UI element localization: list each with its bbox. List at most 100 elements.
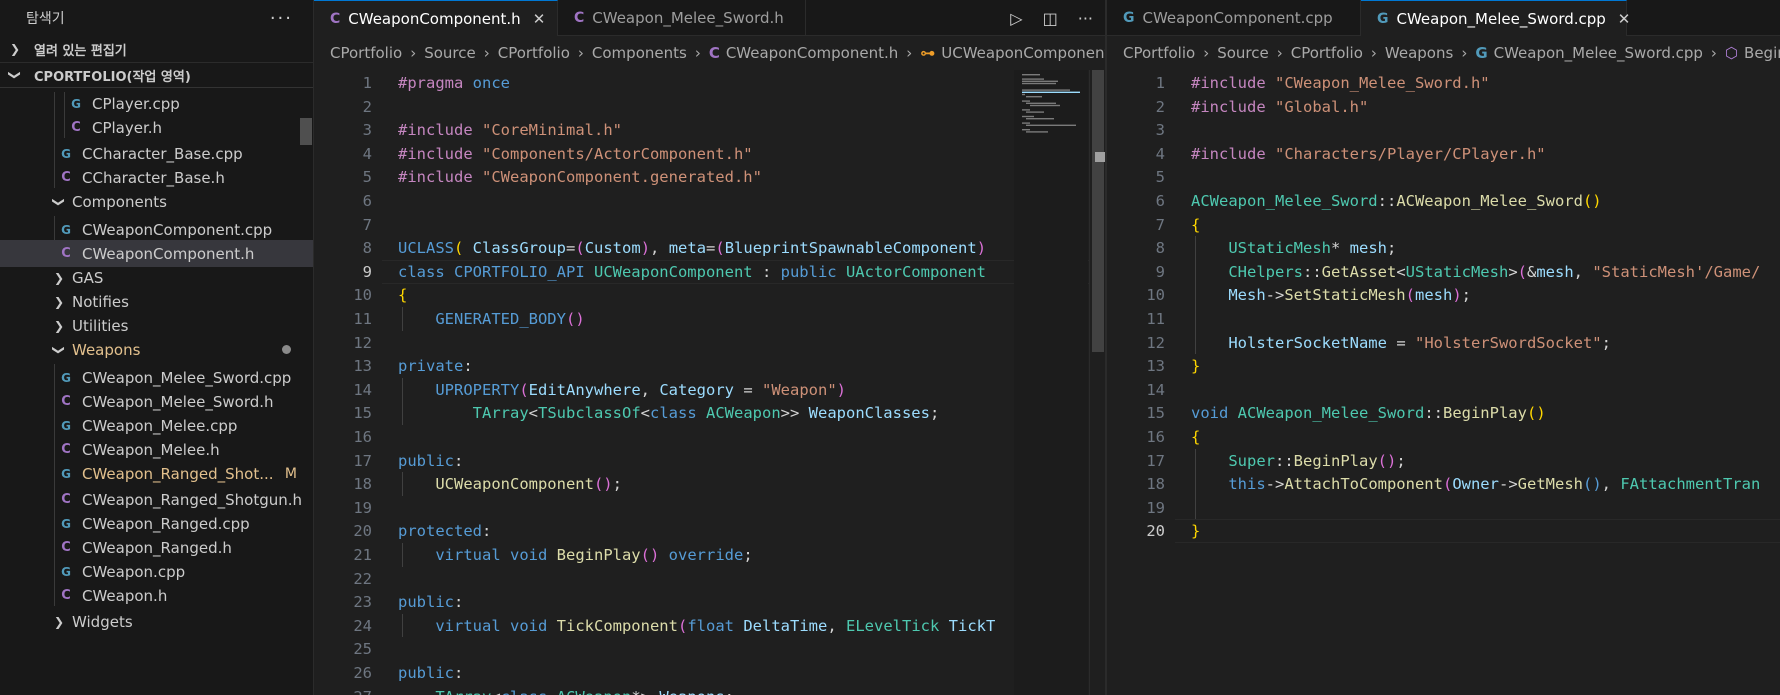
code-line: 22 <box>314 567 398 591</box>
breadcrumb-item[interactable]: CPortfolio <box>330 44 402 62</box>
code-text: #include "CWeapon_Melee_Sword.h" <box>1191 74 1490 92</box>
minimap[interactable] <box>1014 70 1088 695</box>
tree-item-cweapon-melee-sword-cpp[interactable]: G CWeapon_Melee_Sword.cpp <box>0 364 313 391</box>
minimap-line <box>1022 115 1034 118</box>
tree-item-widgets[interactable]: ❯ Widgets <box>0 608 313 635</box>
breadcrumb-item[interactable]: CPortfolio <box>498 44 570 62</box>
tree-item-cweapon-melee-sword-h[interactable]: C CWeapon_Melee_Sword.h <box>0 388 313 415</box>
more-icon[interactable]: ··· <box>1078 9 1093 28</box>
scrollbar-thumb[interactable] <box>1092 70 1104 352</box>
tree-item-cweapon-cpp[interactable]: G CWeapon.cpp <box>0 558 313 585</box>
code-line: 11 <box>1107 307 1191 331</box>
tab-cweaponcomponent-cpp[interactable]: G CWeaponComponent.cpp <box>1107 0 1361 36</box>
tab-cweaponcomponent-h[interactable]: C CWeaponComponent.h ✕ <box>314 0 558 36</box>
sidebar-scrollbar[interactable] <box>300 118 312 145</box>
code-token: #include <box>398 121 482 140</box>
code-token: TArray <box>398 404 529 423</box>
code-line: 4 #include "Characters/Player/CPlayer.h" <box>1107 142 1546 166</box>
code-token: public <box>398 593 454 612</box>
line-number: 17 <box>1146 451 1165 470</box>
code-text: #include "CoreMinimal.h" <box>398 121 622 139</box>
chevron-down-icon: ❯ <box>52 344 66 355</box>
code-text: UCLASS( ClassGroup=(Custom), meta=(Bluep… <box>398 239 986 257</box>
tab-cweapon-melee-sword-cpp[interactable]: G CWeapon_Melee_Sword.cpp ✕ <box>1361 0 1630 36</box>
code-line: 18 this->AttachToComponent(Owner->GetMes… <box>1107 472 1760 496</box>
code-text: #include "Global.h" <box>1191 98 1368 116</box>
breadcrumb-item[interactable]: CPortfolio <box>1291 44 1363 62</box>
tree-item-ccharacter-base-h[interactable]: C CCharacter_Base.h <box>0 164 313 191</box>
code-line: 7{ <box>1107 213 1201 237</box>
breadcrumb-item[interactable]: BeginPlay <box>1744 44 1780 62</box>
breadcrumb-item[interactable]: Weapons <box>1385 44 1453 62</box>
tree-item-label: CWeapon.h <box>82 586 168 605</box>
tree-item-cweapon-melee-h[interactable]: C CWeapon_Melee.h <box>0 436 313 463</box>
code-token: DeltaTime <box>743 616 828 635</box>
close-icon[interactable]: ✕ <box>1618 10 1631 28</box>
tree-item-weapons[interactable]: ❯ Weapons <box>0 336 313 363</box>
code-line: 20 protected: <box>314 519 491 543</box>
code-token: "Characters/Player/CPlayer.h" <box>1275 144 1546 163</box>
code-editor-right[interactable]: 1 #include "CWeapon_Melee_Sword.h" 2 #inclu… <box>1107 70 1780 695</box>
editor-actions: ▷ ◫ ··· <box>1010 0 1093 36</box>
breadcrumb-item[interactable]: Source <box>424 44 476 62</box>
tab-label: CWeaponComponent.cpp <box>1142 9 1333 27</box>
code-token: TArray <box>398 688 491 695</box>
close-icon[interactable]: ✕ <box>533 10 546 28</box>
more-actions-icon[interactable]: ··· <box>270 8 293 29</box>
code-line: 2 #include "Global.h" <box>1107 95 1369 119</box>
minimap-line <box>1022 80 1058 82</box>
cpp-file-icon: G <box>1123 10 1135 26</box>
tree-item-cweapon-melee-cpp[interactable]: G CWeapon_Melee.cpp <box>0 412 313 439</box>
breadcrumb-item[interactable]: CWeapon_Melee_Sword.cpp <box>1494 44 1703 62</box>
code-token: EditAnywhere <box>528 380 641 399</box>
tree-item-cplayer-h[interactable]: C CPlayer.h <box>0 114 313 141</box>
tree-item-label: CWeapon_Melee.h <box>82 440 220 459</box>
code-editor-left[interactable]: 1 #pragma once 2 3 #include "CoreMinimal.h" 4… <box>314 70 1105 695</box>
tree-item-ccharacter-base-cpp[interactable]: G CCharacter_Base.cpp <box>0 140 313 167</box>
code-token: virtual <box>398 616 510 635</box>
code-token: mesh <box>1415 286 1453 305</box>
breadcrumb-item[interactable]: CPortfolio <box>1123 44 1195 62</box>
vertical-scrollbar[interactable] <box>1089 70 1105 695</box>
code-line: 5 #include "CWeaponComponent.generated.h" <box>314 165 762 189</box>
line-number: 18 <box>353 475 372 494</box>
code-token: #include <box>398 168 482 187</box>
tree-item-cweapon-h[interactable]: C CWeapon.h <box>0 582 313 609</box>
breadcrumb: CPortfolio › Source › CPortfolio › Components ›… <box>314 36 1105 70</box>
line-number: 10 <box>1146 286 1165 305</box>
code-token: () <box>1582 192 1602 210</box>
breadcrumb-item[interactable]: UCWeaponComponent <box>941 44 1105 62</box>
tree-item-cweaponcomponent-cpp[interactable]: G CWeaponComponent.cpp <box>0 216 313 243</box>
code-token: : <box>454 451 464 470</box>
split-editor-icon[interactable]: ◫ <box>1043 9 1058 28</box>
code-token: { <box>398 286 408 305</box>
open-editors-section[interactable]: ❯ 열려 있는 편집기 <box>0 36 313 62</box>
tree-item-notifies[interactable]: ❯ Notifies <box>0 288 313 315</box>
code-token: class <box>650 404 706 423</box>
header-file-icon: C <box>61 540 71 555</box>
breadcrumb-item[interactable]: Source <box>1217 44 1269 62</box>
tree-item-components[interactable]: ❯ Components <box>0 188 313 215</box>
code-token: ; <box>612 475 622 494</box>
tree-item-cweapon-ranged-h[interactable]: C CWeapon_Ranged.h <box>0 534 313 561</box>
tree-item-cweaponcomponent-h[interactable]: C CWeaponComponent.h <box>0 240 313 267</box>
code-token: Category <box>659 380 744 399</box>
code-token: "HolsterSwordSocket" <box>1414 333 1602 352</box>
cpp-file-icon: G <box>61 146 71 161</box>
tree-item-cweapon-ranged-cpp[interactable]: G CWeapon_Ranged.cpp <box>0 510 313 537</box>
run-icon[interactable]: ▷ <box>1010 9 1022 28</box>
tree-item-utilities[interactable]: ❯ Utilities <box>0 312 313 339</box>
tree-item-cweapon-ranged-shot-[interactable]: G CWeapon_Ranged_Shot... M <box>0 460 313 487</box>
tree-item-label: Notifies <box>72 292 129 311</box>
chevron-right-icon: › <box>1461 44 1468 62</box>
code-token: : <box>463 357 473 376</box>
tab-cweapon-melee-sword-h[interactable]: C CWeapon_Melee_Sword.h <box>558 0 806 36</box>
workspace-section[interactable]: ❯ CPORTFOLIO(작업 영역) <box>0 62 313 88</box>
tree-item-gas[interactable]: ❯ GAS <box>0 264 313 291</box>
tree-item-cweapon-ranged-shotgun-h[interactable]: C CWeapon_Ranged_Shotgun.h <box>0 486 313 513</box>
symbol-icon: ⬡ <box>1724 44 1739 62</box>
breadcrumb-item[interactable]: Components <box>592 44 687 62</box>
code-line: 8 UStaticMesh* mesh; <box>1107 236 1397 260</box>
breadcrumb-item[interactable]: CWeaponComponent.h <box>726 44 898 62</box>
code-token: = <box>743 380 762 399</box>
